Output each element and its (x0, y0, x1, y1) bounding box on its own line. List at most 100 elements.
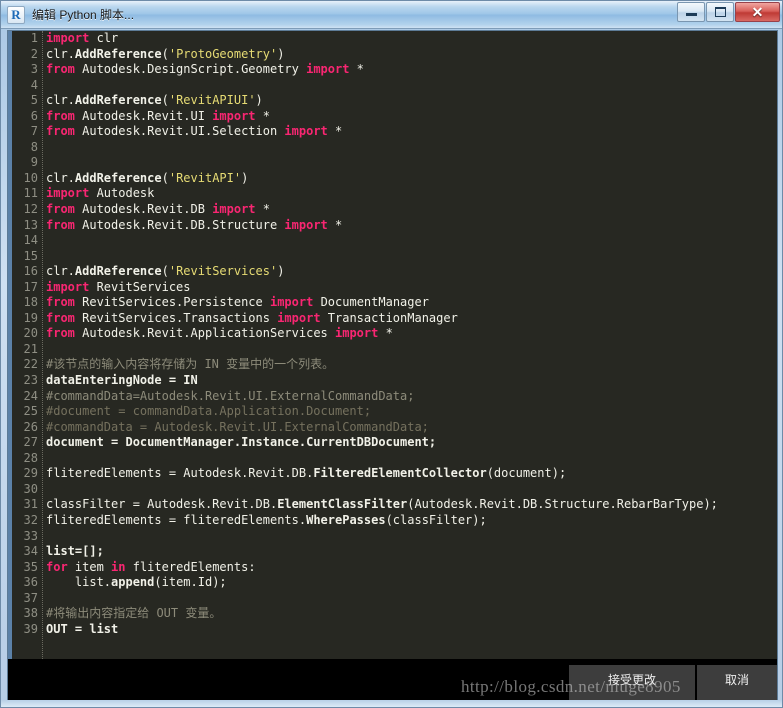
line-number: 26 (12, 420, 38, 436)
python-script-editor-window: R 编辑 Python 脚本... ✕ 1import clr2clr.AddR… (0, 0, 783, 708)
code-token: ( (162, 47, 169, 61)
code-line: 24#commandData=Autodesk.Revit.UI.Externa… (12, 389, 777, 405)
code-token: #该节点的输入内容将存储为 IN 变量中的一个列表。 (46, 357, 334, 371)
code-token: WherePasses (306, 513, 385, 527)
line-number: 37 (12, 591, 38, 607)
code-token: clr. (46, 47, 75, 61)
window-frame-bottom (1, 700, 783, 707)
line-content: dataEnteringNode = IN (46, 373, 198, 389)
minimize-button[interactable] (677, 2, 705, 22)
maximize-button[interactable] (706, 2, 734, 22)
code-line: 35for item in fliteredElements: (12, 560, 777, 576)
code-token: ) (241, 171, 248, 185)
code-token: clr. (46, 171, 75, 185)
line-number: 23 (12, 373, 38, 389)
code-token: import (277, 311, 320, 325)
code-editor[interactable]: 1import clr2clr.AddReference('ProtoGeome… (8, 31, 777, 659)
code-token: import (284, 218, 327, 232)
code-token: from (46, 62, 75, 76)
code-token: #将输出内容指定给 OUT 变量。 (46, 606, 221, 620)
line-content: from Autodesk.DesignScript.Geometry impo… (46, 62, 364, 78)
code-token: #commandData=Autodesk.Revit.UI.ExternalC… (46, 389, 414, 403)
code-line: 3from Autodesk.DesignScript.Geometry imp… (12, 62, 777, 78)
code-token: 'RevitAPIUI' (169, 93, 256, 107)
close-button[interactable]: ✕ (735, 2, 780, 22)
code-token: * (256, 202, 270, 216)
code-token: import (212, 109, 255, 123)
line-content: list=[]; (46, 544, 104, 560)
code-token: item (68, 560, 111, 574)
code-token: RevitServices (89, 280, 190, 294)
code-line: 14 (12, 233, 777, 249)
line-number: 13 (12, 218, 38, 234)
line-content: from Autodesk.Revit.UI.Selection import … (46, 124, 342, 140)
line-content: from Autodesk.Revit.DB import * (46, 202, 270, 218)
code-line: 9 (12, 155, 777, 171)
code-line: 34 list=[]; (12, 544, 777, 560)
line-content: #该节点的输入内容将存储为 IN 变量中的一个列表。 (46, 357, 334, 373)
code-token: from (46, 124, 75, 138)
line-number: 22 (12, 357, 38, 373)
code-token: for (46, 560, 68, 574)
accept-changes-button[interactable]: 接受更改 (569, 665, 695, 701)
line-content: OUT = list (46, 622, 118, 638)
line-number: 39 (12, 622, 38, 638)
code-line: 20from Autodesk.Revit.ApplicationService… (12, 326, 777, 342)
line-number: 16 (12, 264, 38, 280)
code-line: 30 (12, 482, 777, 498)
line-content: clr.AddReference('RevitServices') (46, 264, 284, 280)
code-token: Autodesk.Revit.DB (75, 202, 212, 216)
maximize-icon (715, 7, 726, 17)
line-number: 35 (12, 560, 38, 576)
code-line: 38#将输出内容指定给 OUT 变量。 (12, 606, 777, 622)
code-line: 15 (12, 249, 777, 265)
code-text-area[interactable]: 1import clr2clr.AddReference('ProtoGeome… (12, 31, 777, 659)
code-token: (classFilter); (386, 513, 487, 527)
cancel-button[interactable]: 取消 (697, 665, 777, 701)
code-token: clr (89, 31, 118, 45)
code-line: 18from RevitServices.Persistence import … (12, 295, 777, 311)
code-line: 22 #该节点的输入内容将存储为 IN 变量中的一个列表。 (12, 357, 777, 373)
code-line: 21 (12, 342, 777, 358)
line-content: import Autodesk (46, 186, 154, 202)
code-token: from (46, 311, 75, 325)
code-line-list: 1import clr2clr.AddReference('ProtoGeome… (12, 31, 777, 637)
line-number: 36 (12, 575, 38, 591)
code-token: (document); (487, 466, 566, 480)
line-number: 34 (12, 544, 38, 560)
line-number: 19 (12, 311, 38, 327)
code-token: RevitServices.Persistence (75, 295, 270, 309)
code-token: 'ProtoGeometry' (169, 47, 277, 61)
code-token: import (46, 31, 89, 45)
code-token: import (306, 62, 349, 76)
code-line: 37 (12, 591, 777, 607)
code-token: (Autodesk.Revit.DB.Structure.RebarBarTyp… (407, 497, 718, 511)
code-token: * (328, 218, 342, 232)
line-content: from RevitServices.Transactions import T… (46, 311, 458, 327)
code-token: * (349, 62, 363, 76)
line-number: 20 (12, 326, 38, 342)
code-token: OUT = list (46, 622, 118, 636)
code-token: AddReference (75, 47, 162, 61)
code-token: DocumentManager (313, 295, 429, 309)
code-line: 1import clr (12, 31, 777, 47)
code-token: AddReference (75, 171, 162, 185)
code-token: import (284, 124, 327, 138)
line-content: list.append(item.Id); (46, 575, 227, 591)
line-number: 21 (12, 342, 38, 358)
code-token: ) (277, 47, 284, 61)
footer-bar: 接受更改 取消 (8, 659, 777, 701)
code-line: 5clr.AddReference('RevitAPIUI') (12, 93, 777, 109)
title-bar: R 编辑 Python 脚本... ✕ (1, 1, 783, 29)
line-number: 17 (12, 280, 38, 296)
code-token: TransactionManager (321, 311, 458, 325)
code-token: fliteredElements = fliteredElements. (46, 513, 306, 527)
code-token: from (46, 109, 75, 123)
line-number: 15 (12, 249, 38, 265)
line-content: #将输出内容指定给 OUT 变量。 (46, 606, 221, 622)
line-content: document = DocumentManager.Instance.Curr… (46, 435, 436, 451)
code-token: classFilter = Autodesk.Revit.DB. (46, 497, 277, 511)
line-number: 32 (12, 513, 38, 529)
line-content: fliteredElements = fliteredElements.Wher… (46, 513, 487, 529)
line-content: clr.AddReference('ProtoGeometry') (46, 47, 284, 63)
